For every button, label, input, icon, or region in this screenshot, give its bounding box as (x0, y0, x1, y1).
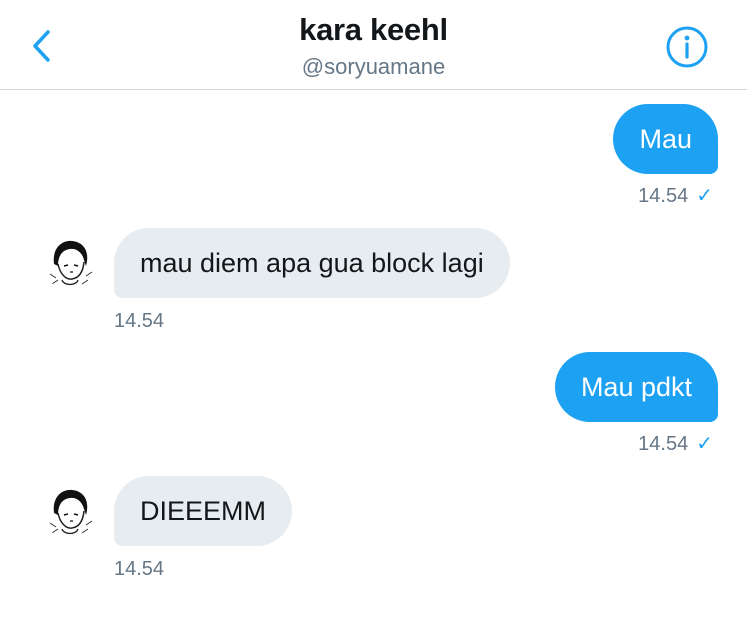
read-check-icon: ✓ (696, 433, 713, 455)
info-circle-icon (666, 26, 708, 68)
message-meta: 14.54 ✓ (638, 184, 713, 208)
dm-conversation-screen: kara keehl @soryuamane Mau 14.54 ✓ mau d… (0, 0, 747, 624)
message-bubble-sent[interactable]: Mau (613, 104, 718, 174)
message-text: DIEEEMM (140, 496, 267, 526)
avatar[interactable] (42, 483, 98, 539)
contact-handle: @soryuamane (301, 54, 446, 79)
avatar-illustration-icon (42, 483, 98, 539)
message-time: 14.54 (114, 558, 165, 580)
message-time: 14.54 (638, 433, 689, 455)
avatar[interactable] (42, 234, 98, 290)
message-time: 14.54 (114, 310, 165, 332)
message-text: Mau pdkt (580, 372, 692, 402)
message-text: mau diem apa gua block lagi (140, 248, 484, 278)
message-time: 14.54 (638, 185, 689, 207)
conversation-header: kara keehl @soryuamane (0, 0, 747, 90)
message-meta: 14.54 (114, 309, 164, 333)
message-bubble-received[interactable]: DIEEEMM (114, 476, 293, 546)
read-check-icon: ✓ (696, 185, 713, 207)
conversation-title[interactable]: kara keehl @soryuamane (0, 10, 747, 82)
avatar-illustration-icon (42, 234, 98, 290)
message-meta: 14.54 (114, 557, 164, 581)
message-text: Mau (639, 124, 692, 154)
message-bubble-sent[interactable]: Mau pdkt (554, 352, 718, 422)
message-bubble-received[interactable]: mau diem apa gua block lagi (114, 228, 510, 298)
contact-name: kara keehl (299, 12, 448, 47)
info-button[interactable] (664, 24, 710, 70)
message-meta: 14.54 ✓ (638, 432, 713, 456)
